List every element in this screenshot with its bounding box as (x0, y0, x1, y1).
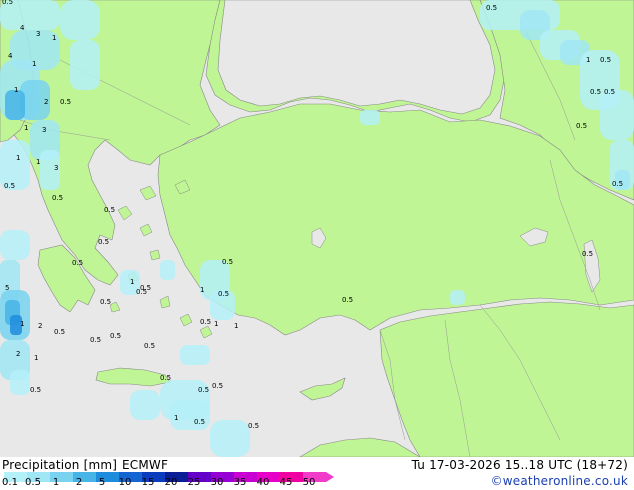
map-footer: Precipitation [mm] ECMWF Tu 17-03-2026 1… (0, 457, 634, 490)
precip-value-label: 3 (54, 164, 58, 172)
precip-value-label: 1 (174, 414, 178, 422)
precip-value-label: 0.5 (590, 88, 601, 96)
colorbar-tick-label: 45 (279, 477, 293, 488)
precip-value-label: 2 (44, 98, 48, 106)
colorbar-tick-label: 25 (187, 477, 201, 488)
precip-cell (5, 90, 25, 120)
precip-value-label: 0.5 (54, 328, 65, 336)
precip-value-label: 0.5 (160, 374, 171, 382)
precip-value-label: 0.5 (604, 88, 615, 96)
precip-value-label: 2 (16, 350, 20, 358)
valid-datetime: Tu 17-03-2026 15..18 UTC (18+72) (411, 458, 628, 472)
precip-cell (600, 90, 634, 140)
credit-link[interactable]: ©weatheronline.co.uk (491, 474, 628, 488)
precip-value-label: 0.5 (612, 180, 623, 188)
precip-value-label: 3 (36, 30, 40, 38)
colorbar-tick-label: 50 (302, 477, 316, 488)
precip-value-label: 1 (32, 60, 36, 68)
precip-value-label: 0.5 (2, 0, 13, 6)
precip-value-label: 1 (52, 34, 56, 42)
precip-value-label: 3 (42, 126, 46, 134)
colorbar-tick-label: 15 (141, 477, 155, 488)
precip-value-label: 0.5 (218, 290, 229, 298)
precip-cell (70, 40, 100, 90)
precip-value-label: 0.5 (194, 418, 205, 426)
precip-value-label: 0.5 (582, 250, 593, 258)
precip-value-label: 0.5 (144, 342, 155, 350)
precip-value-label: 0.5 (60, 98, 71, 106)
precip-value-label: 0.5 (52, 194, 63, 202)
precip-value-label: 0.5 (222, 258, 233, 266)
precip-value-label: 4 (20, 24, 25, 32)
precip-value-label: 2 (38, 322, 42, 330)
colorbar-tick-label: 10 (118, 477, 132, 488)
colorbar-tick-label: 5 (98, 477, 106, 488)
precip-value-label: 1 (130, 278, 134, 286)
precip-value-label: 4 (8, 52, 13, 60)
model-name: ECMWF (122, 458, 169, 472)
precip-value-label: 1 (586, 56, 590, 64)
precip-value-label: 1 (24, 124, 28, 132)
precip-value-label: 1 (20, 320, 24, 328)
precip-cell (160, 260, 175, 280)
precip-value-label: 0.5 (342, 296, 353, 304)
precip-cell (180, 345, 210, 365)
precip-value-label: 1 (34, 354, 38, 362)
precip-cell (360, 110, 380, 125)
colorbar-tick-label: 2 (75, 477, 83, 488)
precip-value-label: 0.5 (200, 318, 211, 326)
precip-value-label: 1 (234, 322, 238, 330)
precip-value-label: 0.5 (90, 336, 101, 344)
weather-map-frame: 0.5 4 3 1 4 1 1 2 0.5 1 3 3 1 1 0.5 0.5 0.5 0.5 0.5 1 0.5 0.5… (0, 0, 634, 490)
precip-value-label: 1 (36, 158, 40, 166)
precip-cell (10, 370, 30, 395)
precip-cell (130, 390, 160, 420)
precip-value-label: 0.5 (198, 386, 209, 394)
colorbar-tick-label: 20 (164, 477, 178, 488)
precip-value-label: 0.5 (248, 422, 259, 430)
precip-value-label: 1 (14, 86, 18, 94)
precip-value-label: 0.5 (600, 56, 611, 64)
levant-landmass (379, 301, 634, 457)
precip-value-label: 1 (214, 320, 218, 328)
precip-cell (210, 420, 250, 457)
colorbar-tick-label: 40 (256, 477, 270, 488)
colorbar-tick-label: 35 (233, 477, 247, 488)
precip-value-label: 0.5 (104, 206, 115, 214)
precip-value-label: 1 (16, 154, 20, 162)
precipitation-map: 0.543 14112 0.51 331 10.50.50.50.50.510.50.5… (0, 0, 634, 457)
precip-value-label: 0.5 (486, 4, 497, 12)
precip-value-label: 0.5 (100, 298, 111, 306)
colorbar-tick-label: 30 (210, 477, 224, 488)
black-sea (217, 0, 496, 115)
precip-value-label: 1 (200, 286, 204, 294)
precip-value-label: 0.5 (212, 382, 223, 390)
precip-value-label: 0.5 (98, 238, 109, 246)
precip-value-label: 0.5 (136, 288, 147, 296)
colorbar-tick-label: 0.5 (25, 477, 41, 488)
precip-value-label: 0.5 (30, 386, 41, 394)
precip-cell (450, 290, 465, 305)
precip-value-label: 0.5 (576, 122, 587, 130)
precip-cell (60, 0, 100, 40)
precip-value-label: 0.5 (110, 332, 121, 340)
colorbar-ticks: 0.1 0.5 1 2 5 10 15 20 25 30 35 40 45 50 (0, 477, 330, 490)
precip-value-label: 0.5 (4, 182, 15, 190)
colorbar-tick-label: 1 (52, 477, 60, 488)
precip-cell (0, 230, 30, 260)
colorbar-tick-label: 0.1 (2, 477, 18, 488)
map-title: Precipitation [mm] (2, 458, 118, 472)
precip-value-label: 5 (5, 284, 9, 292)
precip-value-label: 0.5 (72, 259, 83, 267)
